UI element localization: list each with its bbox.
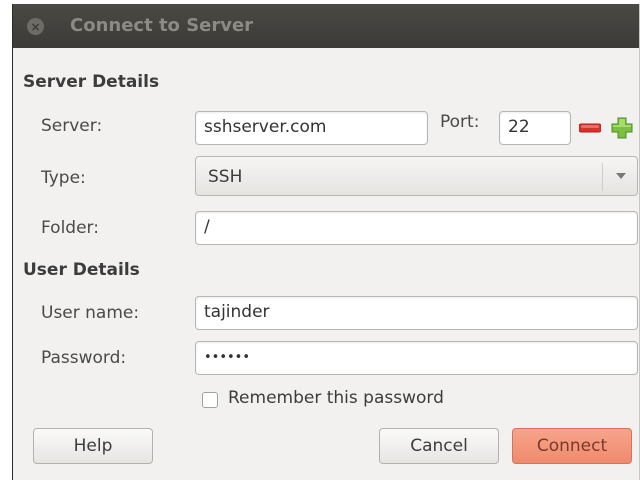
cancel-button[interactable]: Cancel: [379, 428, 499, 464]
password-input[interactable]: ••••••: [195, 341, 638, 375]
folder-input[interactable]: /: [195, 211, 638, 245]
server-label: Server:: [41, 116, 103, 136]
folder-label: Folder:: [41, 218, 99, 238]
username-input[interactable]: tajinder: [195, 296, 638, 330]
port-label: Port:: [440, 112, 480, 132]
help-button[interactable]: Help: [33, 428, 153, 464]
type-select-value: SSH: [208, 167, 243, 187]
combo-separator: [602, 163, 603, 191]
type-select[interactable]: SSH: [195, 156, 638, 196]
port-increment-button[interactable]: [607, 111, 637, 145]
remember-password-label[interactable]: Remember this password: [228, 388, 444, 408]
password-label: Password:: [41, 348, 127, 368]
chevron-down-icon: [616, 173, 626, 179]
user-details-heading: User Details: [23, 260, 140, 280]
port-decrement-button[interactable]: [575, 111, 605, 145]
title-bar: × Connect to Server: [13, 4, 639, 48]
close-icon[interactable]: ×: [27, 18, 44, 35]
type-label: Type:: [41, 168, 86, 188]
minus-icon: [579, 123, 601, 133]
port-input[interactable]: 22: [499, 111, 571, 145]
server-details-heading: Server Details: [23, 72, 160, 92]
remember-password-checkbox[interactable]: [202, 392, 218, 408]
plus-icon: [611, 117, 633, 139]
window-title: Connect to Server: [70, 15, 254, 36]
connect-button[interactable]: Connect: [512, 428, 632, 464]
username-label: User name:: [41, 303, 140, 323]
connect-dialog: × Connect to Server Server Details Serve…: [12, 4, 640, 480]
server-input[interactable]: sshserver.com: [195, 111, 428, 145]
